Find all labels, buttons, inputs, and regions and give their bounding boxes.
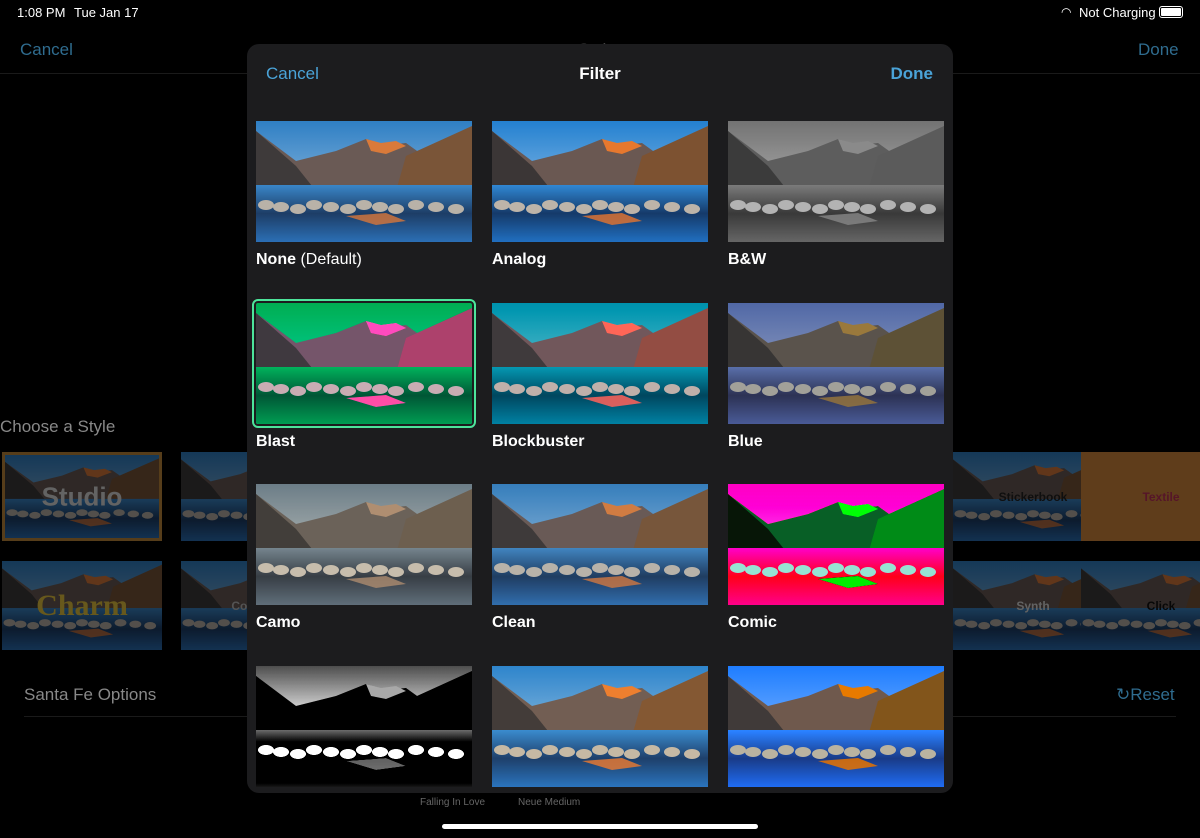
cancel-button[interactable]: Cancel [266,64,319,84]
status-date: Tue Jan 17 [74,5,139,20]
done-button[interactable]: Done [891,64,934,84]
filter-preview-image [256,665,472,787]
style-name: Click [1146,598,1176,613]
filter-name: Camo [256,614,301,631]
style-tile[interactable]: Textile [1081,452,1200,541]
filter-preview-image [728,121,944,242]
reset-icon: ↻ [1116,685,1131,704]
style-tile[interactable]: Click [1081,561,1200,650]
style-name: Charm [36,588,128,622]
filter-option-clean[interactable]: Clean [492,484,708,632]
filter-option-vivid[interactable]: Vivid [728,665,944,794]
style-name: Textile [1142,489,1180,504]
options-label: Santa Fe Options [24,685,157,704]
font-label[interactable]: Falling In Love [420,797,485,808]
reset-label: Reset [1130,685,1175,704]
filter-option-bw[interactable]: B&W [728,121,944,269]
reset-button[interactable]: ↻Reset [1116,685,1175,705]
filter-option-analog[interactable]: Analog [492,121,708,269]
filter-name: None (Default) [256,251,362,268]
home-indicator[interactable] [442,824,758,829]
filter-preview-image [492,665,708,787]
font-label[interactable]: Neue Medium [518,797,580,808]
status-time: 1:08 PM [17,5,66,20]
choose-style-heading: Choose a Style [0,417,116,436]
style-name: Studio [41,481,123,511]
filter-preview-image [728,302,944,424]
filter-option-comic[interactable]: Comic [728,484,944,632]
filter-preview-image [492,484,708,605]
filter-modal: Cancel Filter Done None (Default) Analog… [247,44,953,793]
background-done-button[interactable]: Done [1138,40,1179,60]
filter-option-camo[interactable]: Camo [256,484,472,632]
filter-option-blockbuster[interactable]: Blockbuster [492,302,708,451]
wifi-icon: ◠ [1061,5,1072,19]
filter-preview-image [728,484,944,605]
filter-preview-image [256,121,472,242]
style-tile[interactable]: Charm [2,561,162,650]
filter-name: Comic [728,614,777,631]
filter-option-duotone[interactable]: Duotone [492,665,708,794]
background-cancel-button[interactable]: Cancel [20,40,73,60]
filter-name: Blue [728,432,763,450]
filter-option-blue[interactable]: Blue [728,302,944,451]
modal-title: Filter [579,64,621,83]
filter-preview-image [256,484,472,605]
filter-option-none[interactable]: None (Default) [256,121,472,269]
style-tile[interactable]: Studio [2,452,162,541]
filter-option-blast[interactable]: Blast [252,298,476,451]
filter-name: Analog [492,251,547,268]
filter-name: Clean [492,614,536,631]
filter-name: Blockbuster [492,432,585,450]
filter-option-dreamy[interactable]: Dreamy [256,665,472,794]
charging-status: Not Charging [1079,5,1156,20]
filter-name: Blast [256,432,296,450]
battery-icon [1159,6,1183,18]
filter-preview-image [492,302,708,424]
filter-preview-image [252,298,476,428]
filter-preview-image [728,665,944,787]
filter-name: B&W [728,251,767,268]
filter-preview-image [492,121,708,242]
